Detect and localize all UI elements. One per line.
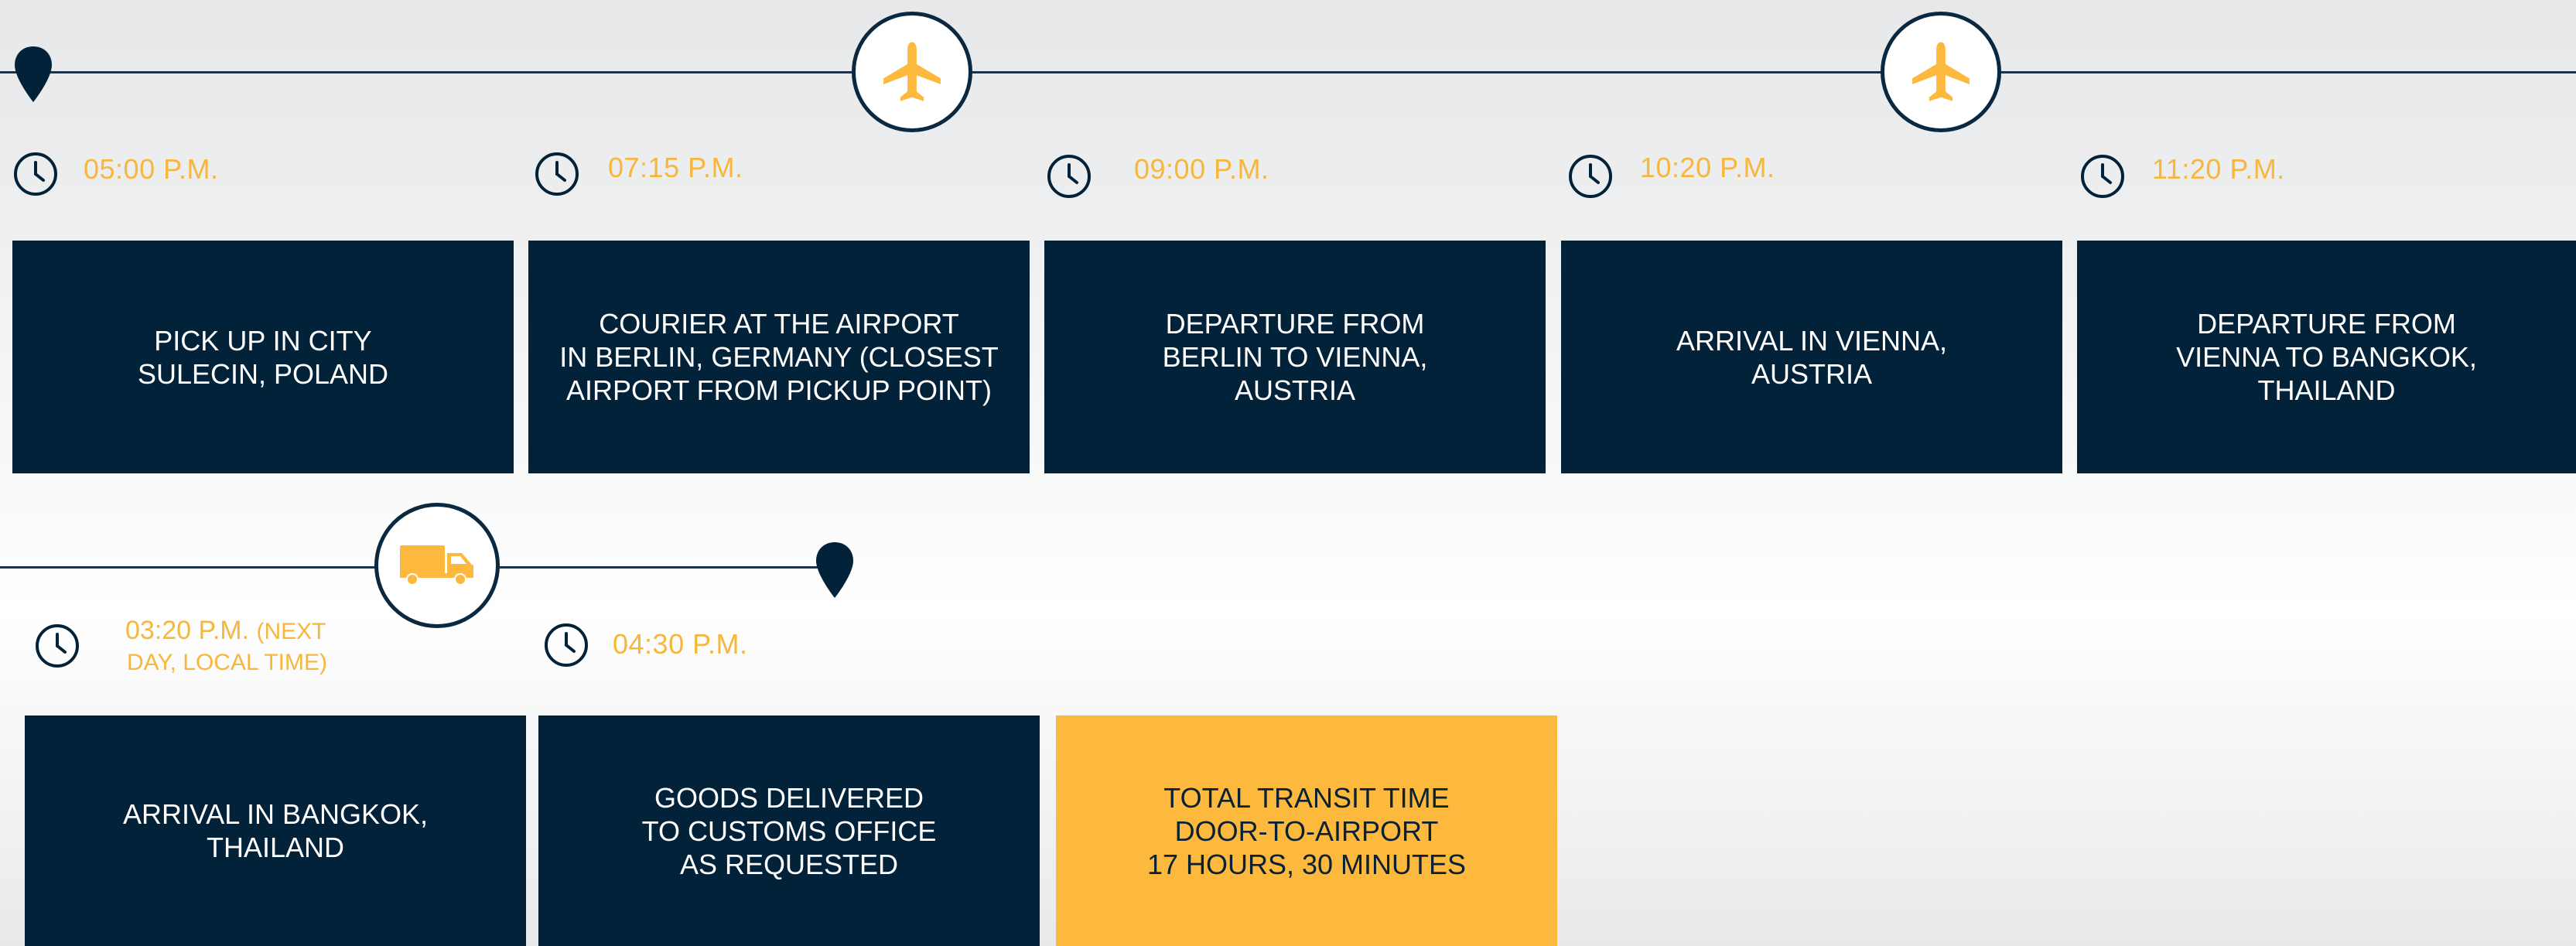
step-time: 04:30 P.M. <box>613 628 748 660</box>
airplane-icon <box>883 42 941 101</box>
start-pin-icon <box>15 46 52 102</box>
end-pin-icon <box>816 542 853 598</box>
step-card: GOODS DELIVERED TO CUSTOMS OFFICE AS REQ… <box>538 715 1040 946</box>
step-time: 09:00 P.M. <box>1134 153 1269 185</box>
clock-icon <box>535 152 579 196</box>
step-time-note: (NEXT <box>256 619 326 644</box>
step-time: 05:00 P.M. <box>84 153 219 185</box>
clock-icon <box>545 623 588 667</box>
clock-icon <box>2081 155 2124 198</box>
step-card: PICK UP IN CITY SULECIN, POLAND <box>12 241 514 473</box>
step-card: ARRIVAL IN BANGKOK, THAILAND <box>25 715 526 946</box>
flight-badge-2 <box>1881 12 2001 132</box>
clock-icon <box>14 152 57 196</box>
step-time: 10:20 P.M. <box>1640 152 1775 183</box>
step-time-with-note: 03:20 P.M. (NEXT DAY, LOCAL TIME) <box>125 616 327 678</box>
step-card: COURIER AT THE AIRPORT IN BERLIN, GERMAN… <box>528 241 1030 473</box>
delivery-truck-icon <box>400 545 473 586</box>
clock-icon <box>1569 155 1612 198</box>
step-card: ARRIVAL IN VIENNA, AUSTRIA <box>1561 241 2062 473</box>
timeline-line-top <box>0 71 2576 73</box>
step-time-note: DAY, LOCAL TIME) <box>127 650 327 675</box>
total-transit-card: TOTAL TRANSIT TIME DOOR-TO-AIRPORT 17 HO… <box>1056 715 1557 946</box>
step-card: DEPARTURE FROM VIENNA TO BANGKOK, THAILA… <box>2077 241 2576 473</box>
step-time: 07:15 P.M. <box>608 152 743 183</box>
clock-icon <box>36 624 79 668</box>
step-time: 11:20 P.M. <box>2152 153 2285 185</box>
flight-badge-1 <box>852 12 972 132</box>
delivery-badge <box>374 503 500 628</box>
airplane-icon <box>1912 42 1970 101</box>
step-card: DEPARTURE FROM BERLIN TO VIENNA, AUSTRIA <box>1044 241 1546 473</box>
step-time: 03:20 P.M. <box>125 616 250 645</box>
clock-icon <box>1047 155 1091 198</box>
